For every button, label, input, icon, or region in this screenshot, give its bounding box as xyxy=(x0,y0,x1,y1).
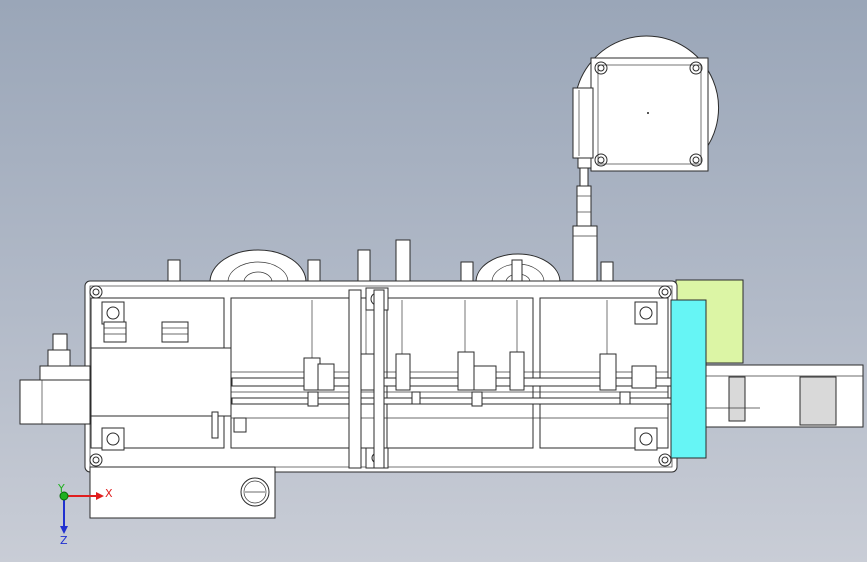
cyan-plate xyxy=(670,299,707,459)
shaft-coupling xyxy=(576,185,592,227)
machine-drawing: X Y Z xyxy=(19,35,864,547)
rollers xyxy=(209,249,561,283)
electrical-box xyxy=(89,466,276,519)
drive-shaft xyxy=(579,167,589,187)
motor-housing xyxy=(590,57,709,172)
gear-reducer xyxy=(572,225,598,283)
left-drive-motor xyxy=(19,333,91,425)
cad-viewport[interactable]: X Y Z xyxy=(0,0,867,562)
motor-assembly xyxy=(572,35,719,283)
motor-mount-bar xyxy=(572,87,594,159)
roller-left xyxy=(209,249,307,283)
z-axis-label: Z xyxy=(60,534,68,547)
left-cover-panel xyxy=(90,347,232,417)
center-column xyxy=(348,289,362,469)
x-axis-label: X xyxy=(105,487,113,500)
y-axis-label: Y xyxy=(57,482,65,495)
outfeed-conveyor xyxy=(702,364,864,428)
